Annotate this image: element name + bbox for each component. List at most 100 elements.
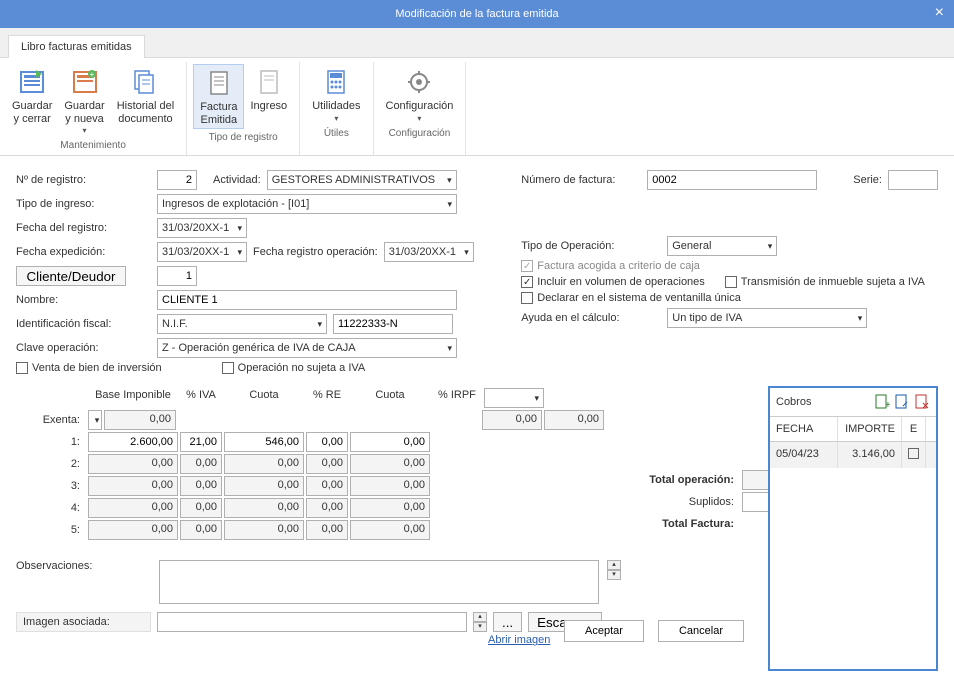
historial-button[interactable]: Historial deldocumento: [111, 64, 180, 137]
observaciones-label: Observaciones:: [16, 560, 151, 572]
observaciones-textarea[interactable]: [159, 560, 599, 604]
cancelar-button[interactable]: Cancelar: [658, 620, 744, 642]
fecha-registro-input[interactable]: 31/03/20XX-1▾: [157, 218, 247, 238]
invoice-icon: [203, 67, 235, 99]
th-irpf: % IRPF: [432, 389, 482, 407]
row-label: 5:: [16, 524, 86, 536]
utilidades-button[interactable]: Utilidades ▾: [306, 64, 366, 125]
th-cuota2: Cuota: [350, 389, 430, 407]
label: Utilidades: [312, 100, 360, 113]
nombre-input[interactable]: [157, 290, 457, 310]
row-label: 4:: [16, 502, 86, 514]
img-spinner[interactable]: ▴▾: [473, 612, 487, 632]
n-registro-input[interactable]: [157, 170, 197, 190]
cobros-delete-icon[interactable]: [914, 394, 930, 410]
cobros-add-icon[interactable]: +: [874, 394, 890, 410]
titlebar: Modificación de la factura emitida ×: [0, 0, 954, 28]
browse-button[interactable]: ...: [493, 612, 522, 632]
tipo-operacion-select[interactable]: General▾: [667, 236, 777, 256]
label: Historial deldocumento: [117, 100, 174, 125]
factura-acogida-checkbox: ✓Factura acogida a criterio de caja: [521, 260, 700, 272]
income-icon: [253, 66, 285, 98]
row-label: 1:: [16, 436, 86, 448]
tipo-ingreso-select[interactable]: Ingresos de explotación - [I01]▾: [157, 194, 457, 214]
save-new-icon: +: [69, 66, 101, 98]
aceptar-button[interactable]: Aceptar: [564, 620, 644, 642]
cobros-header-row: FECHA IMPORTE E: [770, 417, 936, 442]
fecha-reg-op-input[interactable]: 31/03/20XX-1▾: [384, 242, 474, 262]
tipo-ingreso-label: Tipo de ingreso:: [16, 198, 151, 210]
cobros-importe: 3.146,00: [838, 442, 902, 468]
cobros-e-checkbox[interactable]: [902, 442, 926, 468]
ayuda-calculo-select[interactable]: Un tipo de IVA▾: [667, 308, 867, 328]
exenta-irpf2: 0,00: [544, 410, 604, 430]
cuota-1[interactable]: [224, 432, 304, 452]
nombre-label: Nombre:: [16, 294, 151, 306]
transmision-inmueble-checkbox[interactable]: Transmisión de inmueble sujeta a IVA: [725, 276, 925, 288]
close-icon[interactable]: ×: [935, 4, 944, 22]
row-label: 3:: [16, 480, 86, 492]
clave-op-label: Clave operación:: [16, 342, 151, 354]
cobros-edit-icon[interactable]: [894, 394, 910, 410]
label: Guardary cerrar: [12, 100, 52, 125]
irpf-select[interactable]: ▾: [484, 388, 544, 408]
id-fiscal-num-input[interactable]: [333, 314, 453, 334]
th-e: E: [902, 417, 926, 441]
actividad-select[interactable]: GESTORES ADMINISTRATIVOS▾: [267, 170, 457, 190]
serie-input[interactable]: [888, 170, 938, 190]
th-iva: % IVA: [180, 389, 222, 407]
declarar-ventanilla-checkbox[interactable]: Declarar en el sistema de ventanilla úni…: [521, 292, 741, 304]
cobros-row[interactable]: 05/04/23 3.146,00: [770, 442, 936, 468]
id-fiscal-tipo-select[interactable]: N.I.F.▾: [157, 314, 327, 334]
fecha-expedicion-input[interactable]: 31/03/20XX-1▾: [157, 242, 247, 262]
serie-label: Serie:: [853, 174, 882, 186]
svg-text:+: +: [89, 70, 94, 79]
fecha-reg-op-label: Fecha registro operación:: [253, 246, 378, 258]
num-factura-input[interactable]: [647, 170, 817, 190]
obs-spinner[interactable]: ▴▾: [607, 560, 621, 580]
group-label: Configuración: [389, 125, 451, 141]
chevron-down-icon: ▾: [417, 114, 421, 123]
factura-emitida-button[interactable]: FacturaEmitida: [193, 64, 244, 129]
ribbon: Guardary cerrar + Guardary nueva ▾ Histo…: [0, 58, 954, 156]
label: FacturaEmitida: [200, 101, 237, 126]
th-cuota: Cuota: [224, 389, 304, 407]
calculator-icon: [320, 66, 352, 98]
group-label: Útiles: [324, 125, 349, 141]
guardar-nueva-button[interactable]: + Guardary nueva ▾: [58, 64, 110, 137]
fecha-expedicion-label: Fecha expedición:: [16, 246, 151, 258]
form-area: Nº de registro: Actividad: GESTORES ADMI…: [0, 156, 954, 660]
gear-icon: [403, 66, 435, 98]
row-label-exenta: Exenta:: [16, 414, 86, 426]
cliente-deudor-button[interactable]: Cliente/Deudor: [16, 266, 126, 286]
ribbon-group-utiles: Utilidades ▾ Útiles: [300, 62, 373, 155]
cliente-num-input[interactable]: [157, 266, 197, 286]
abrir-imagen-link[interactable]: Abrir imagen: [488, 634, 550, 646]
cuota2-1[interactable]: [350, 432, 430, 452]
clave-op-select[interactable]: Z - Operación genérica de IVA de CAJA▾: [157, 338, 457, 358]
svg-text:+: +: [885, 400, 890, 410]
ingreso-button[interactable]: Ingreso: [244, 64, 293, 129]
exenta-caret[interactable]: ▾: [88, 410, 102, 430]
base-1[interactable]: [88, 432, 178, 452]
exenta-base: 0,00: [104, 410, 176, 430]
window-title: Modificación de la factura emitida: [395, 8, 558, 20]
iva-1[interactable]: [180, 432, 222, 452]
guardar-cerrar-button[interactable]: Guardary cerrar: [6, 64, 58, 137]
imagen-path-input[interactable]: [157, 612, 467, 632]
fecha-registro-label: Fecha del registro:: [16, 222, 151, 234]
op-no-sujeta-checkbox[interactable]: Operación no sujeta a IVA: [222, 362, 366, 374]
th-base: Base Imponible: [88, 389, 178, 407]
tax-table: Base Imponible % IVA Cuota % RE Cuota % …: [16, 388, 604, 542]
chevron-down-icon: ▾: [83, 126, 87, 135]
tab-libro-facturas[interactable]: Libro facturas emitidas: [8, 35, 145, 58]
actividad-label: Actividad:: [213, 174, 261, 186]
venta-bien-checkbox[interactable]: Venta de bien de inversión: [16, 362, 162, 374]
incluir-volumen-checkbox[interactable]: ✓Incluir en volumen de operaciones: [521, 276, 705, 288]
exenta-irpf1: 0,00: [482, 410, 542, 430]
ayuda-calculo-label: Ayuda en el cálculo:: [521, 312, 661, 324]
total-factura-label: Total Factura:: [612, 518, 742, 530]
imagen-asociada-label: Imagen asociada:: [16, 612, 151, 632]
re-1[interactable]: [306, 432, 348, 452]
configuracion-button[interactable]: Configuración ▾: [380, 64, 460, 125]
